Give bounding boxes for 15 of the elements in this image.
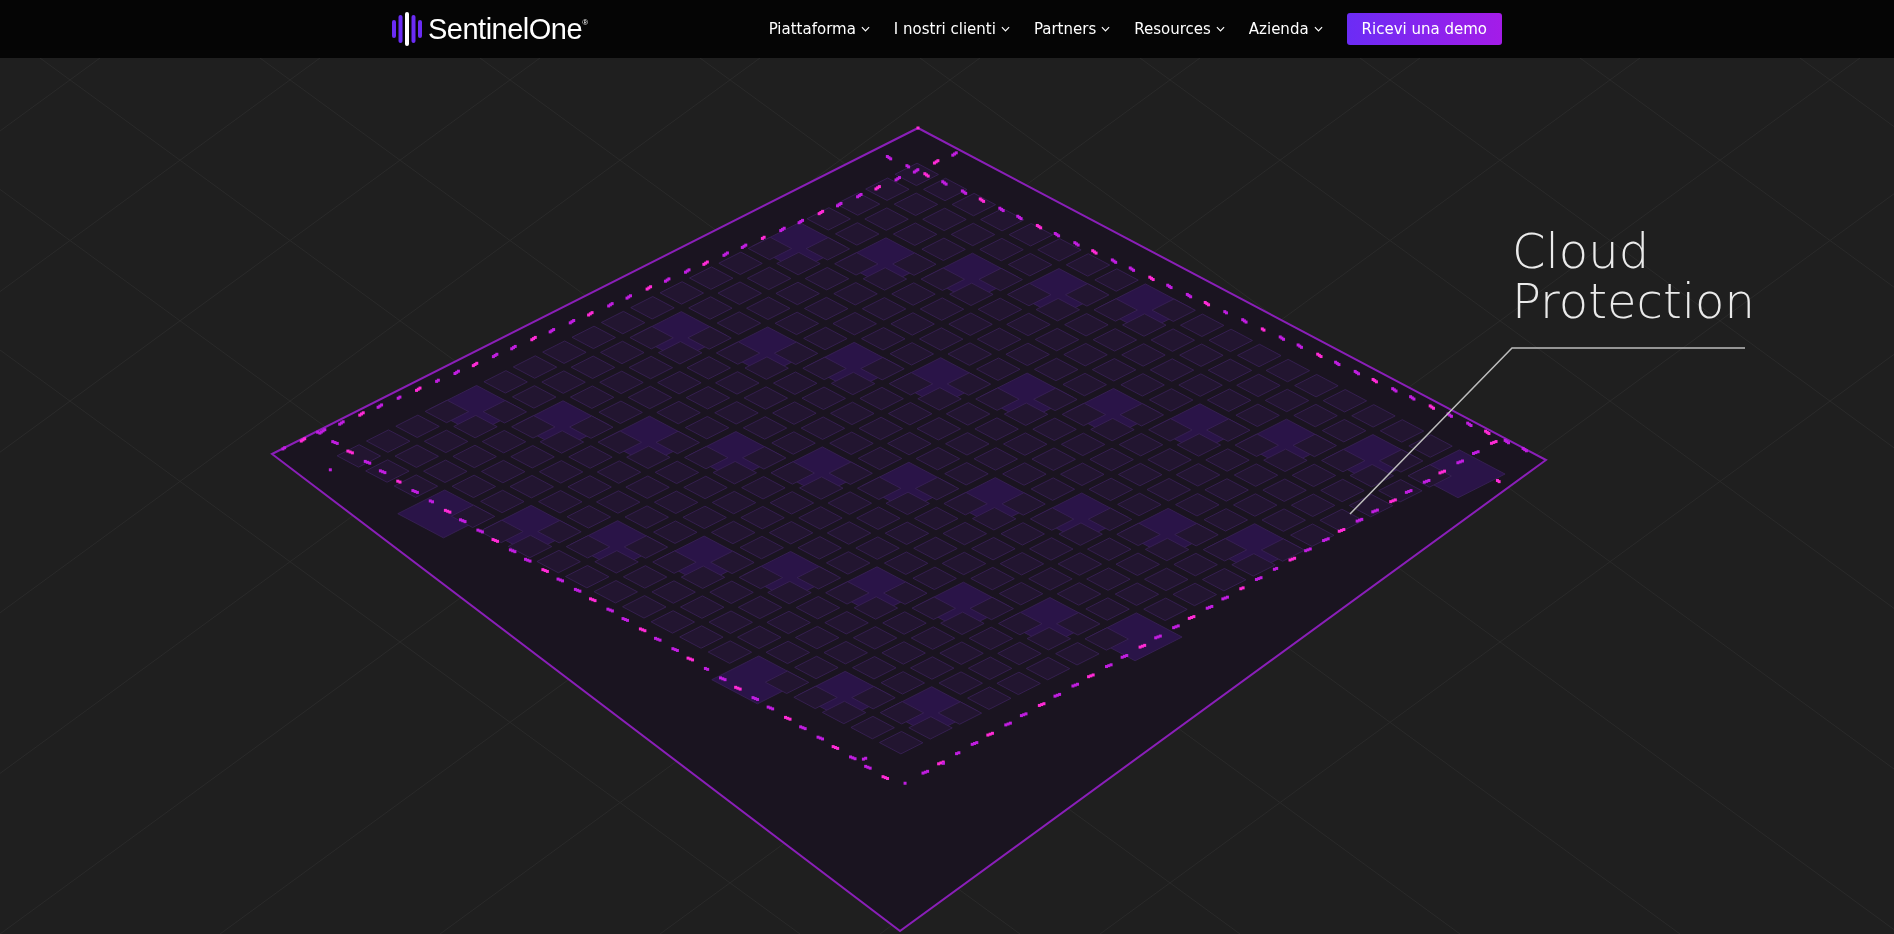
demo-button[interactable]: Ricevi una demo [1346, 13, 1502, 45]
nav-menu-item[interactable]: Resources [1134, 20, 1225, 38]
chevron-down-icon [1313, 26, 1323, 32]
brand-name: SentinelOne$^{®}$ [428, 12, 588, 46]
chevron-down-icon [1000, 26, 1010, 32]
feature-caption: Cloud Protection [1512, 226, 1755, 326]
nav-menu-item[interactable]: Partners [1033, 20, 1111, 38]
chevron-down-icon [1101, 26, 1111, 32]
chevron-down-icon [1215, 26, 1225, 32]
nav-menu-item[interactable]: Piattaforma [768, 20, 870, 38]
logo-bars-icon [392, 11, 422, 47]
logo[interactable]: SentinelOne$^{®}$ [392, 11, 588, 47]
chevron-down-icon [860, 26, 870, 32]
nav-menu-item[interactable]: I nostri clienti [893, 20, 1010, 38]
nav-menu-item[interactable]: Azienda [1248, 20, 1323, 38]
